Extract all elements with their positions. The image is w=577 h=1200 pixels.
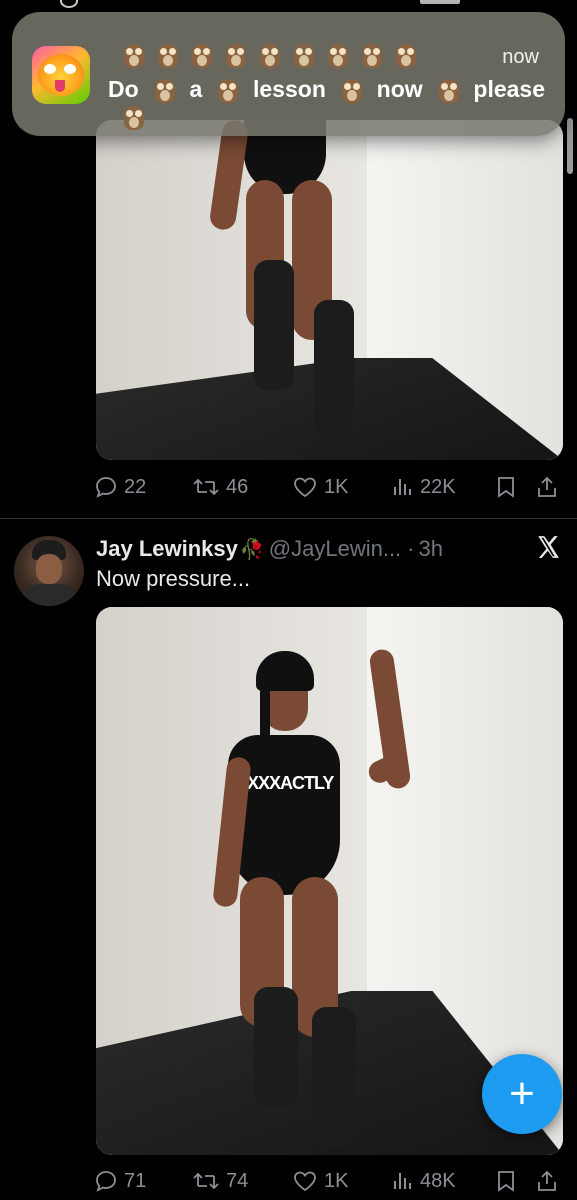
repost-icon	[193, 1172, 219, 1190]
owl-icon	[156, 40, 180, 68]
share-icon	[538, 476, 556, 497]
notification-word: now	[376, 75, 423, 102]
rose-emoji-icon: 🥀	[239, 538, 265, 561]
cellular-bars-icon	[420, 0, 460, 4]
like-count: 1K	[324, 1169, 349, 1192]
reply-icon	[96, 477, 116, 498]
repost-count: 46	[226, 475, 249, 498]
reply-count: 71	[124, 1169, 147, 1192]
heart-icon	[294, 1171, 316, 1192]
share-button[interactable]	[536, 475, 564, 499]
avatar[interactable]	[14, 536, 84, 606]
bookmark-icon	[498, 1171, 514, 1192]
owl-emoji-trailing	[122, 102, 146, 135]
repost-icon	[193, 478, 219, 496]
owl-icon	[326, 40, 350, 68]
notification-word: lesson	[253, 75, 326, 102]
views-button[interactable]: 48K	[392, 1169, 496, 1193]
owl-icon	[122, 102, 146, 130]
views-button[interactable]: 22K	[392, 475, 496, 499]
bookmark-button[interactable]	[496, 1169, 536, 1193]
owl-icon	[360, 40, 384, 68]
repost-button[interactable]: 74	[192, 1169, 292, 1193]
like-button[interactable]: 1K	[292, 475, 392, 499]
owl-icon	[122, 40, 146, 68]
signal-icon	[60, 0, 78, 8]
tweet-author-name[interactable]: Jay Lewinksy	[96, 536, 238, 562]
tweet-text: Now pressure...	[96, 566, 251, 591]
owl-icon	[153, 75, 176, 103]
views-chart-icon	[394, 1173, 411, 1189]
reply-button[interactable]: 71	[94, 1169, 192, 1193]
views-chart-icon	[394, 479, 411, 495]
repost-button[interactable]: 46	[192, 475, 292, 499]
tweet-action-bar: 22 46 1K 22K	[94, 470, 564, 504]
duolingo-app-icon	[32, 46, 90, 104]
x-logo-icon[interactable]	[535, 534, 561, 560]
tweet-media-image[interactable]	[96, 120, 563, 460]
like-count: 1K	[324, 475, 349, 498]
owl-icon	[340, 75, 363, 103]
owl-icon	[437, 75, 460, 103]
owl-icon	[216, 75, 239, 103]
owl-icon	[394, 40, 418, 68]
notification-message: Do a lesson now please	[108, 72, 545, 106]
owl-icon	[224, 40, 248, 68]
push-notification[interactable]: now Do a lesson now please	[12, 12, 565, 136]
share-icon	[538, 1170, 556, 1191]
tweet-timestamp[interactable]: 3h	[419, 536, 443, 562]
reply-button[interactable]: 22	[94, 475, 192, 499]
shirt-print-text: EXXXACTLY	[236, 773, 334, 793]
notification-word: a	[189, 75, 203, 102]
scroll-indicator[interactable]	[567, 118, 573, 174]
plus-icon: +	[509, 1069, 535, 1118]
views-count: 48K	[420, 1169, 456, 1192]
owl-emoji-row	[122, 40, 418, 68]
tweet-author-handle[interactable]: @JayLewin...	[269, 536, 401, 562]
repost-count: 74	[226, 1169, 249, 1192]
like-button[interactable]: 1K	[292, 1169, 392, 1193]
notification-time: now	[502, 46, 539, 68]
reply-count: 22	[124, 475, 147, 498]
owl-icon	[190, 40, 214, 68]
bookmark-icon	[498, 477, 514, 498]
notification-word: please	[473, 75, 546, 102]
compose-tweet-button[interactable]: +	[482, 1054, 562, 1134]
tweet-action-bar: 71 74 1K 48K	[94, 1164, 564, 1198]
tweet-header: Jay Lewinksy 🥀 @JayLewin... · 3h	[96, 534, 557, 564]
bookmark-button[interactable]	[496, 475, 536, 499]
owl-icon	[292, 40, 316, 68]
share-button[interactable]	[536, 1169, 564, 1193]
owl-icon	[258, 40, 282, 68]
tweet-divider	[0, 518, 577, 519]
reply-icon	[96, 1171, 116, 1192]
notification-word: Do	[108, 75, 139, 102]
tweet-time-separator: ·	[407, 536, 415, 561]
heart-icon	[294, 477, 316, 498]
views-count: 22K	[420, 475, 456, 498]
